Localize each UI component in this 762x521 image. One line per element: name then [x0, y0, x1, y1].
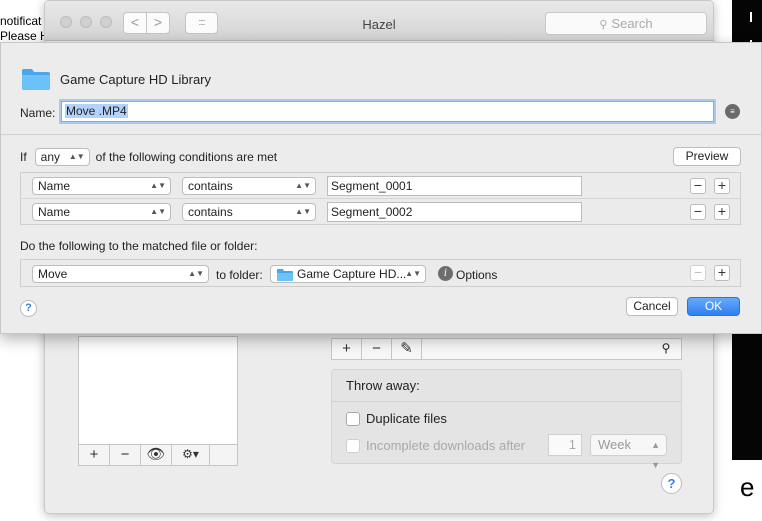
folder-title: Game Capture HD Library [60, 72, 211, 87]
gear-icon[interactable]: ⚙▾ [172, 445, 210, 465]
action-value: Move [38, 267, 68, 281]
duplicate-files-option[interactable]: Duplicate files [346, 411, 447, 426]
title-bar[interactable]: < > :::: Hazel ⚲ Search [45, 1, 713, 41]
updown-arrows-icon: ▲▼ [150, 207, 166, 216]
rule-editor-sheet: Game Capture HD Library Name: Move .MP4 … [0, 42, 762, 334]
condition-operator-value: contains [188, 205, 233, 219]
incomplete-downloads-option[interactable]: Incomplete downloads after [346, 438, 525, 453]
condition-value-input[interactable]: Segment_0001 [327, 176, 582, 196]
background-edge: e [732, 460, 762, 521]
add-rule-button[interactable]: + [332, 339, 362, 359]
ok-button[interactable]: OK [687, 297, 740, 316]
match-mode-select[interactable]: any ▲▼ [34, 148, 90, 166]
duplicate-files-label: Duplicate files [366, 411, 447, 426]
throw-away-title: Throw away: [332, 370, 681, 402]
condition-row: Name ▲▼ contains ▲▼ Segment_0001 − + [21, 173, 740, 199]
background-text: notificat Please H [0, 14, 49, 44]
incomplete-downloads-label: Incomplete downloads after [366, 438, 525, 453]
divider [1, 134, 761, 135]
background-line-1: notificat [0, 14, 42, 28]
conditions-suffix: of the following conditions are met [95, 150, 278, 164]
add-condition-button[interactable]: + [714, 204, 730, 220]
condition-attribute-select[interactable]: Name ▲▼ [32, 177, 171, 195]
incomplete-count-field[interactable]: 1 [548, 434, 582, 456]
destination-folder-select[interactable]: Game Capture HD... ▲▼ [270, 265, 426, 283]
incomplete-downloads-checkbox[interactable] [346, 438, 360, 453]
remove-condition-button[interactable]: − [690, 178, 706, 194]
incomplete-unit-select[interactable]: Week ▲ ▼ [590, 434, 667, 470]
remove-action-button[interactable]: − [690, 265, 706, 281]
remove-folder-button[interactable]: − [110, 445, 141, 465]
updown-arrows-icon: ▲▼ [150, 181, 166, 190]
cancel-button[interactable]: Cancel [626, 297, 678, 316]
condition-operator-select[interactable]: contains ▲▼ [182, 177, 316, 195]
search-placeholder: Search [611, 16, 653, 31]
rules-toolbar: + − ✎ ⚲ [331, 338, 682, 360]
duplicate-files-checkbox[interactable] [346, 411, 360, 426]
condition-attribute-select[interactable]: Name ▲▼ [32, 203, 171, 221]
sheet-help-button[interactable]: ? [20, 300, 37, 317]
add-folder-button[interactable]: + [79, 445, 110, 465]
throw-away-panel: Throw away: Duplicate files Incomplete d… [331, 369, 682, 470]
actions-label: Do the following to the matched file or … [20, 239, 258, 253]
folder-icon [277, 269, 293, 281]
updown-arrows-icon: ▲▼ [68, 152, 85, 161]
condition-attribute-value: Name [38, 205, 71, 219]
if-label: If [20, 150, 27, 164]
search-field[interactable]: ⚲ Search [545, 12, 707, 35]
help-button[interactable]: ? [661, 473, 682, 494]
magnifier-icon[interactable]: ⚲ [651, 339, 681, 359]
remove-rule-button[interactable]: − [362, 339, 392, 359]
background-edge-glyph: e [740, 472, 755, 502]
options-button[interactable]: Options [456, 268, 497, 282]
info-icon[interactable]: i [438, 266, 453, 281]
add-condition-button[interactable]: + [714, 178, 730, 194]
rule-name-input[interactable]: Move .MP4 [61, 101, 714, 122]
preview-button[interactable]: Preview [673, 147, 741, 166]
incomplete-unit-value: Week [598, 437, 631, 452]
folder-icon [22, 69, 50, 90]
notes-icon[interactable]: ≡ [725, 104, 740, 119]
condition-row: Name ▲▼ contains ▲▼ Segment_0002 − + [21, 199, 740, 225]
updown-arrows-icon: ▲▼ [651, 440, 660, 470]
actions-list: Move ▲▼ to folder: Game Capture HD... ▲▼… [20, 259, 741, 287]
name-label: Name: [20, 106, 56, 120]
eye-icon[interactable]: 👁 [141, 445, 172, 465]
condition-attribute-value: Name [38, 179, 71, 193]
destination-folder-value: Game Capture HD... [297, 267, 407, 281]
pencil-icon[interactable]: ✎ [392, 339, 422, 359]
condition-operator-value: contains [188, 179, 233, 193]
remove-condition-button[interactable]: − [690, 204, 706, 220]
conditions-header: If any ▲▼ of the following conditions ar… [20, 148, 277, 166]
match-mode-value: any [40, 150, 61, 164]
updown-arrows-icon: ▲▼ [295, 181, 311, 190]
updown-arrows-icon: ▲▼ [188, 269, 204, 278]
search-icon: ⚲ [599, 19, 608, 31]
to-folder-label: to folder: [216, 268, 263, 282]
condition-operator-select[interactable]: contains ▲▼ [182, 203, 316, 221]
condition-value-input[interactable]: Segment_0002 [327, 202, 582, 222]
updown-arrows-icon: ▲▼ [405, 269, 421, 278]
updown-arrows-icon: ▲▼ [295, 207, 311, 216]
rule-name-value: Move .MP4 [65, 104, 128, 118]
folder-list-toolbar: + − 👁 ⚙▾ [78, 444, 238, 466]
action-select[interactable]: Move ▲▼ [32, 265, 209, 283]
conditions-list: Name ▲▼ contains ▲▼ Segment_0001 − + Nam… [20, 172, 741, 225]
add-action-button[interactable]: + [714, 265, 730, 281]
